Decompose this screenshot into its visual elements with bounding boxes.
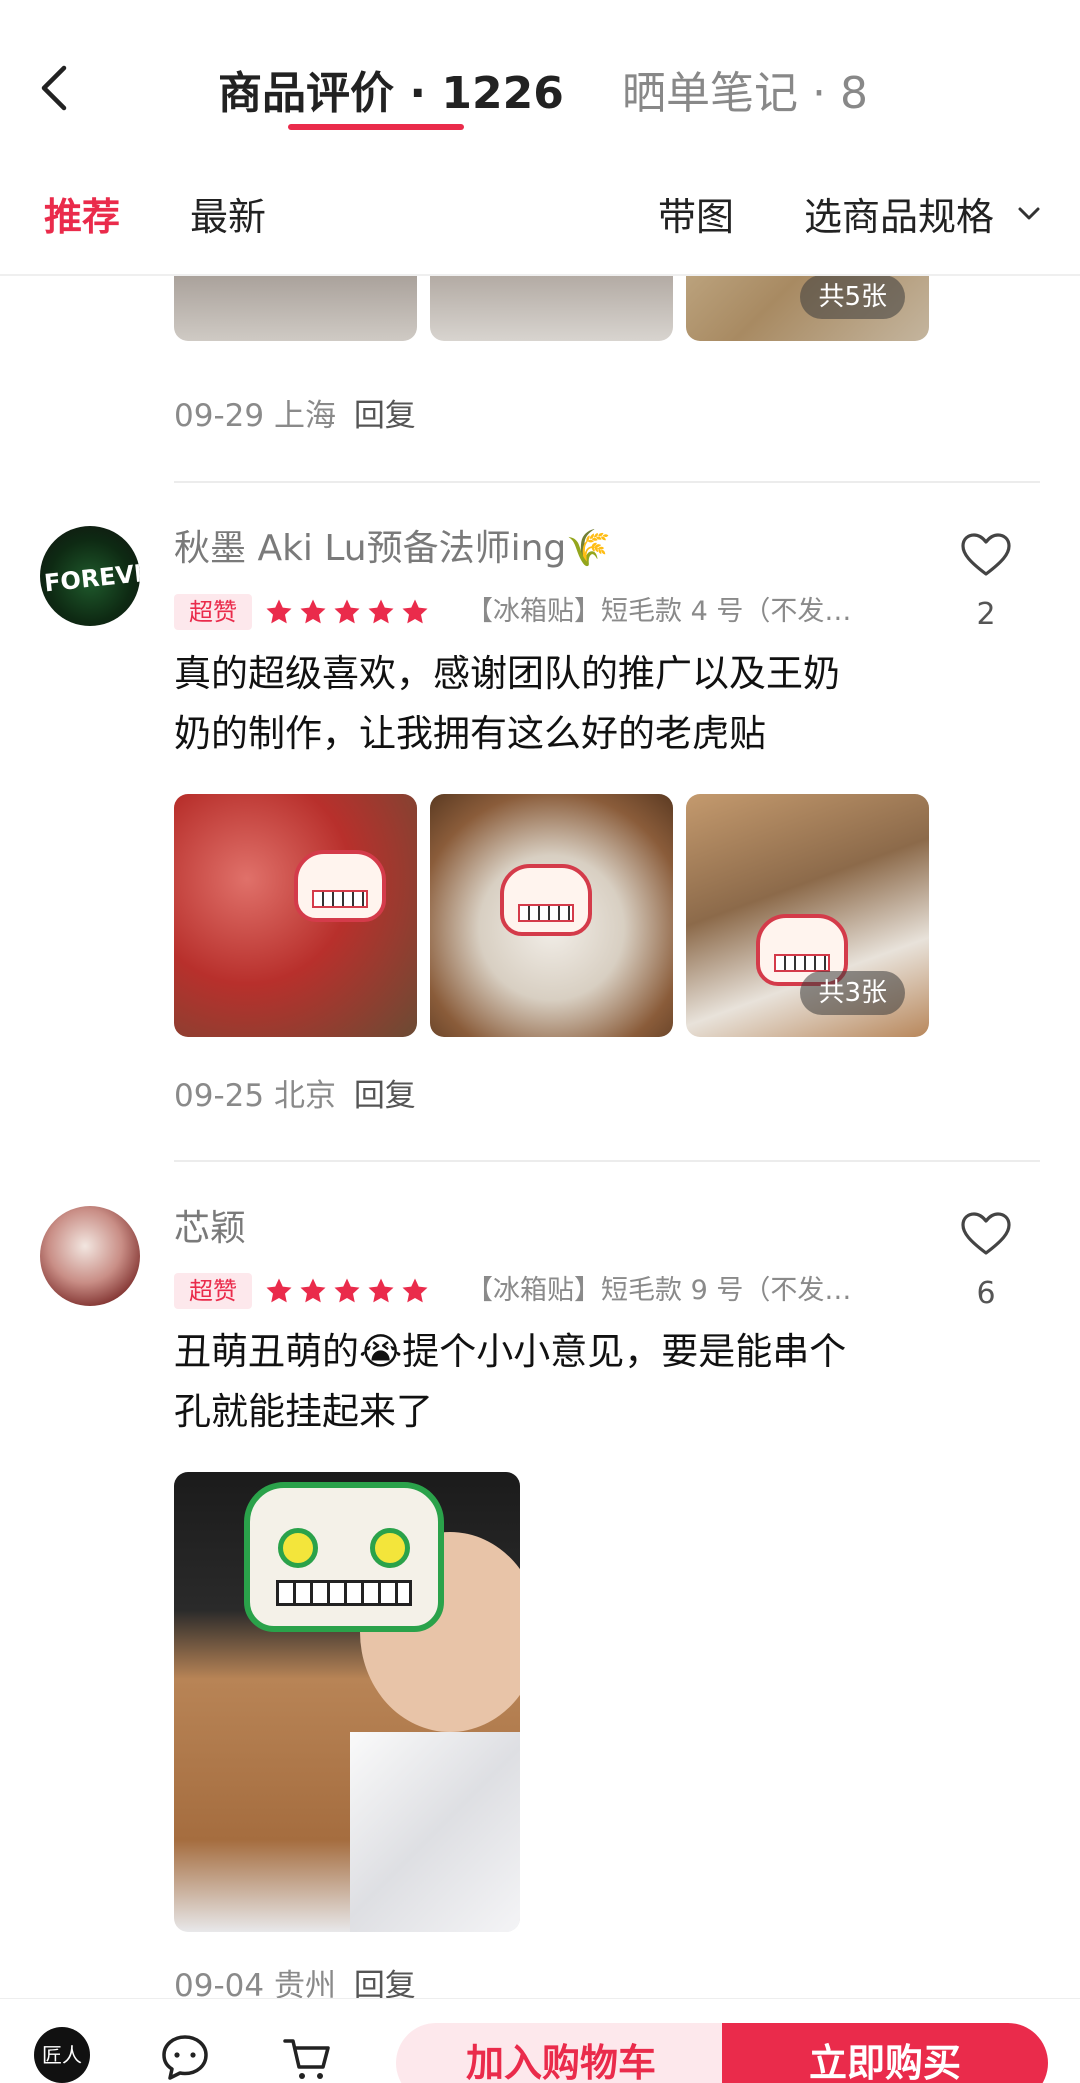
reply-button[interactable]: 回复 <box>354 1078 416 1114</box>
tab-product-reviews[interactable]: 商品评价 · 1226 <box>218 66 564 122</box>
filter-recommend[interactable]: 推荐 <box>44 192 120 242</box>
add-to-cart-button[interactable]: 加入购物车 <box>396 2023 726 2083</box>
review-meta: 09-25 北京 回复 <box>174 1076 416 1116</box>
reviews-list: 共5张 09-29 上海 回复 FOREVE 秋墨 Aki Lu预备法师ing🌾… <box>0 276 1080 1998</box>
reply-button[interactable]: 回复 <box>354 398 416 434</box>
reviewer-name[interactable]: 芯颖 <box>174 1206 246 1252</box>
star-rating <box>264 594 430 630</box>
review-meta: 09-29 上海 回复 <box>174 396 416 436</box>
review-image[interactable] <box>174 794 417 1037</box>
star-icon <box>334 599 360 624</box>
review-date: 09-04 <box>174 1968 265 1998</box>
avatar[interactable] <box>40 1206 140 1306</box>
chevron-down-icon[interactable] <box>1014 198 1044 228</box>
star-icon <box>368 599 394 624</box>
star-icon <box>402 599 428 624</box>
rating-badge: 超赞 <box>174 594 252 630</box>
star-icon <box>368 1278 394 1303</box>
reviewer-name[interactable]: 秋墨 Aki Lu预备法师ing🌾 <box>174 526 611 572</box>
photo-plastic-graphic <box>350 1732 520 1932</box>
cart-icon[interactable] <box>282 2033 332 2083</box>
bottom-action-bar: 匠人 加入购物车 立即购买 <box>0 1998 1080 2083</box>
tiger-sticker-graphic <box>500 864 592 936</box>
avatar[interactable]: FOREVE <box>40 526 140 626</box>
shop-logo[interactable]: 匠人 <box>34 2027 90 2083</box>
star-icon <box>334 1278 360 1303</box>
active-tab-indicator <box>288 124 464 130</box>
filter-select-spec[interactable]: 选商品规格 <box>804 192 994 242</box>
back-button[interactable] <box>36 62 76 114</box>
filter-bar: 推荐 最新 带图 选商品规格 <box>0 160 1080 276</box>
heart-icon[interactable] <box>960 532 1012 578</box>
review-location: 北京 <box>273 1078 336 1114</box>
buy-now-button[interactable]: 立即购买 <box>722 2023 1048 2083</box>
review-date: 09-25 <box>174 1078 265 1114</box>
star-rating <box>264 1273 430 1309</box>
review-text: 丑萌丑萌的😭提个小小意见，要是能串个孔就能挂起来了 <box>174 1330 847 1433</box>
review-image[interactable] <box>430 794 673 1037</box>
review-image[interactable]: 共3张 <box>686 794 929 1037</box>
review-meta: 09-04 贵州 回复 <box>174 1966 416 1998</box>
tab-showcase-notes[interactable]: 晒单笔记 · 8 <box>622 66 868 122</box>
filter-with-images[interactable]: 带图 <box>658 192 734 242</box>
filter-latest[interactable]: 最新 <box>190 192 266 242</box>
reply-button[interactable]: 回复 <box>354 1968 416 1998</box>
tiger-sticker-graphic <box>294 850 386 922</box>
review-image[interactable] <box>430 276 673 341</box>
like-count: 2 <box>976 597 996 632</box>
chat-icon[interactable] <box>160 2033 210 2083</box>
rating-badge: 超赞 <box>174 1273 252 1309</box>
top-header: 商品评价 · 1226 晒单笔记 · 8 <box>0 0 1080 160</box>
star-icon <box>266 1278 292 1303</box>
review-image[interactable]: 共5张 <box>686 276 929 341</box>
mask-eye-graphic <box>370 1528 410 1568</box>
chevron-left-icon <box>41 65 67 111</box>
star-icon <box>300 1278 326 1303</box>
review-image[interactable] <box>174 1472 520 1932</box>
avatar-graphic: FOREVE <box>42 558 140 598</box>
review-location: 贵州 <box>273 1968 336 1998</box>
divider <box>174 481 1040 483</box>
star-icon <box>300 599 326 624</box>
review-date: 09-29 <box>174 398 265 434</box>
mask-teeth-graphic <box>276 1580 412 1606</box>
review-text: 真的超级喜欢，感谢团队的推广以及王奶奶的制作，让我拥有这么好的老虎贴 <box>174 652 840 755</box>
image-count-badge: 共3张 <box>800 971 905 1015</box>
product-spec: 【冰箱贴】短毛款 9 号（不发… <box>466 1275 852 1306</box>
product-spec: 【冰箱贴】短毛款 4 号（不发… <box>466 596 852 627</box>
star-icon <box>402 1278 428 1303</box>
like-count: 6 <box>976 1276 996 1311</box>
image-count-badge: 共5张 <box>800 276 905 319</box>
heart-icon[interactable] <box>960 1211 1012 1257</box>
divider <box>174 1160 1040 1162</box>
mask-sticker-graphic <box>244 1482 444 1632</box>
mask-eye-graphic <box>278 1528 318 1568</box>
review-location: 上海 <box>273 398 336 434</box>
review-image[interactable] <box>174 276 417 341</box>
star-icon <box>266 599 292 624</box>
